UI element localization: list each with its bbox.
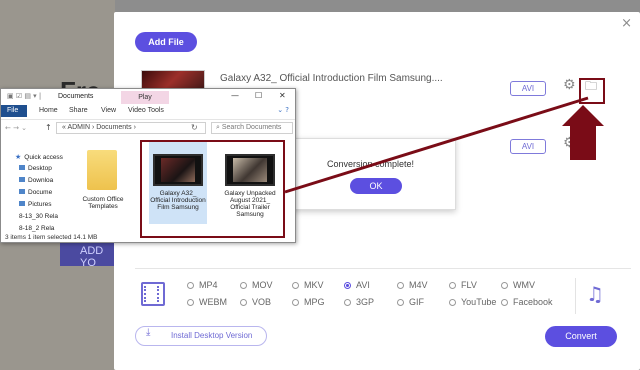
annotation-arrows (284, 96, 604, 194)
annotation-line (284, 96, 589, 194)
annotation-up-arrow (562, 105, 604, 160)
